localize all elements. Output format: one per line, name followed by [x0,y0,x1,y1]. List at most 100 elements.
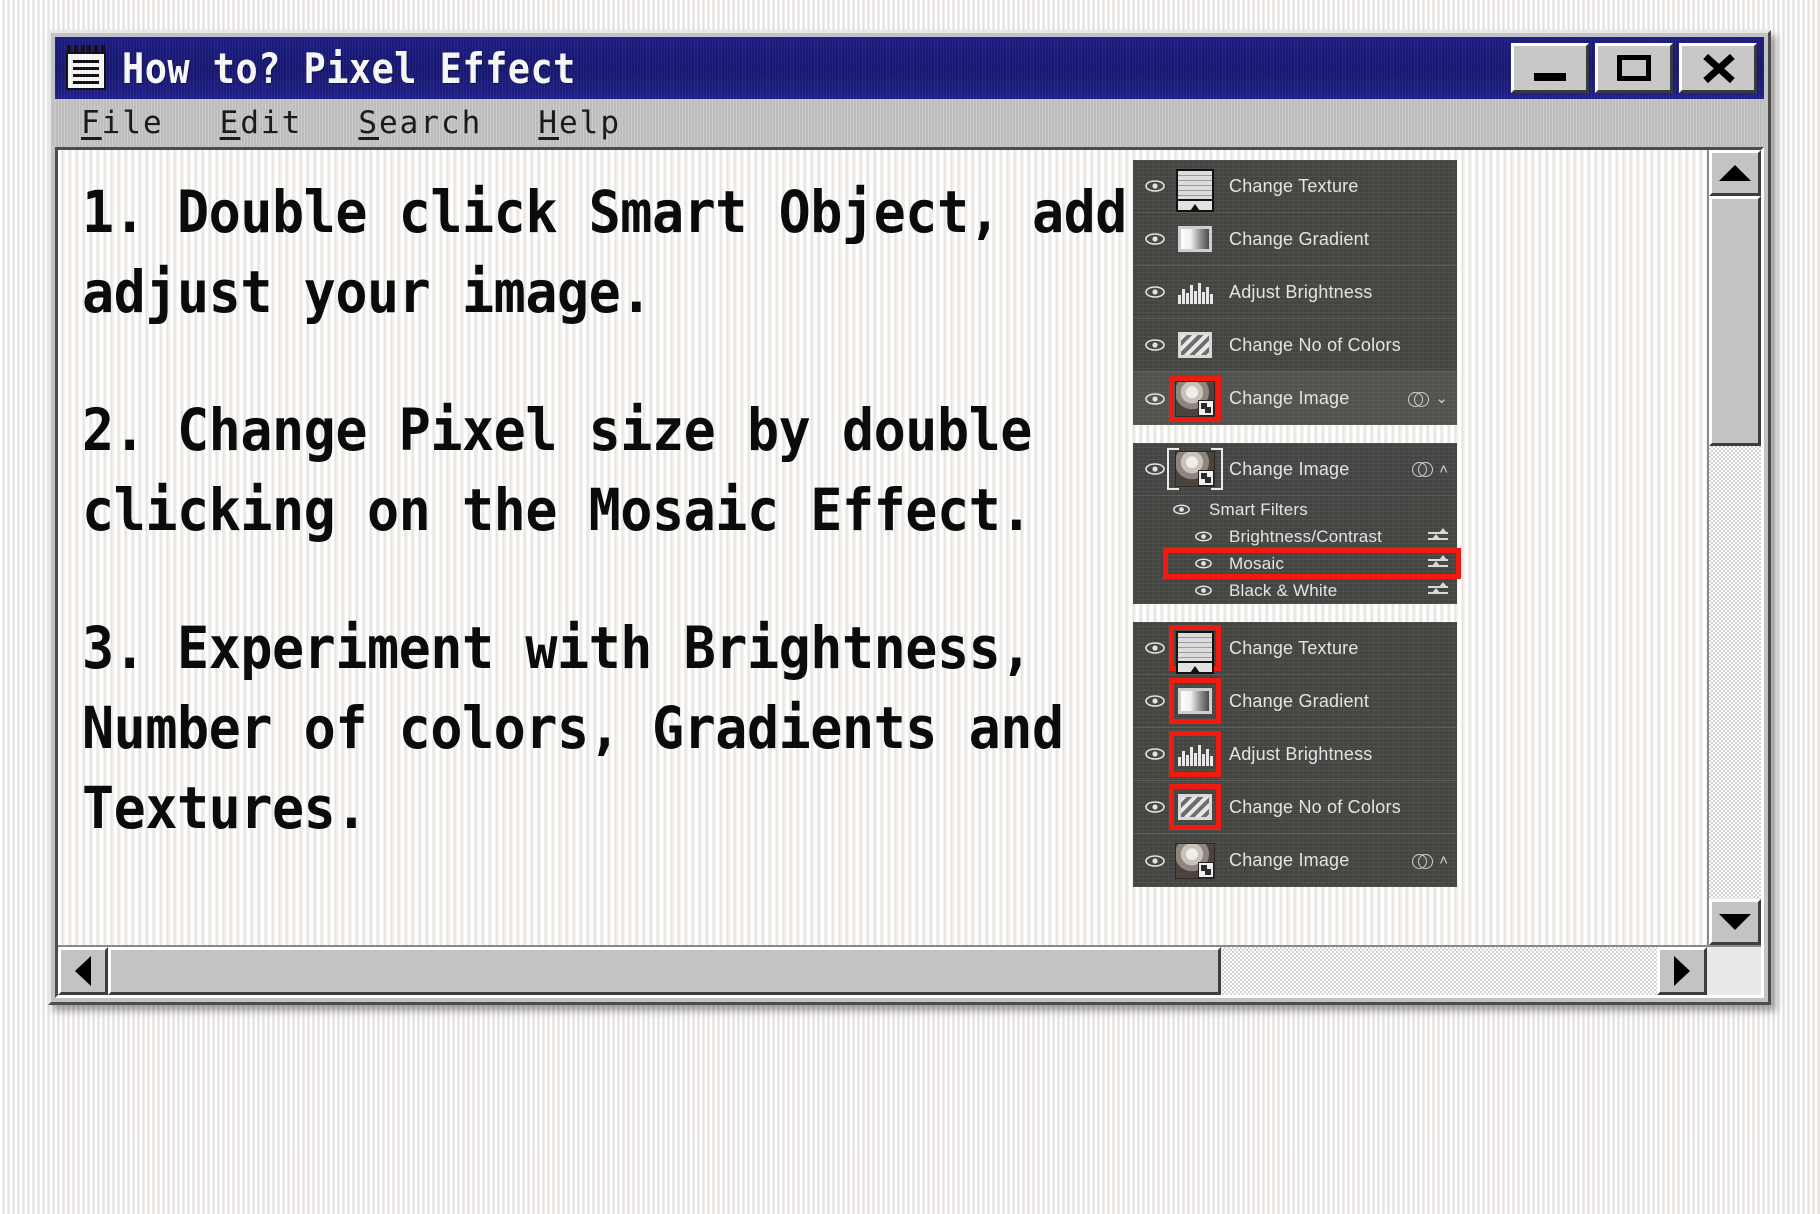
eye-icon[interactable] [1167,504,1195,515]
menu-bar: File Edit Search Help [55,99,1764,147]
layer-row[interactable]: Change Gradient [1133,675,1457,728]
maximize-icon [1617,55,1651,81]
tutorial-step-1: 1. Double click Smart Object, add and ad… [82,172,1254,332]
photo-thumbnail[interactable] [1169,375,1221,422]
layer-label: Change No of Colors [1229,334,1401,355]
layers-panel-column: Change Texture Change Gradient Adjust Br… [1133,150,1463,945]
filter-settings-icon[interactable] [1428,581,1448,599]
menu-item-file[interactable]: File [81,105,164,141]
tutorial-step-1-line-2: adjust your image. [82,258,652,326]
horizontal-scroll-thumb[interactable] [108,947,1221,995]
layer-row-filter[interactable]: Brightness/Contrast [1133,523,1457,550]
scrollbar-corner [1707,947,1761,995]
texture-thumbnail[interactable] [1173,167,1217,212]
menu-item-edit-accel: E [219,105,241,141]
eye-icon[interactable] [1189,531,1217,542]
document-surface[interactable]: 1. Double click Smart Object, add and ad… [58,150,1707,945]
menu-item-help[interactable]: Help [538,105,621,141]
layer-row[interactable]: Adjust Brightness [1133,728,1457,781]
client-area: 1. Double click Smart Object, add and ad… [55,147,1764,998]
scroll-right-button[interactable] [1657,947,1707,995]
scroll-up-button[interactable] [1709,150,1761,196]
vertical-scroll-track[interactable] [1709,196,1761,899]
layer-row-controls: ⌄ [1408,391,1457,407]
menu-item-search-rest: earch [379,105,483,141]
layer-row-filter-mosaic[interactable]: Mosaic [1133,548,1461,579]
photo-thumbnail[interactable] [1167,448,1223,490]
arrow-left-icon [75,956,91,986]
posterize-thumbnail[interactable] [1169,784,1221,830]
eye-icon[interactable] [1141,854,1169,867]
smart-object-icon[interactable] [1412,853,1434,869]
eye-icon[interactable] [1141,801,1169,813]
eye-icon[interactable] [1141,695,1169,707]
minimize-icon [1534,73,1566,81]
window-controls [1511,43,1757,93]
menu-item-edit-rest: dit [240,105,303,141]
tutorial-step-3: 3. Experiment with Brightness, Number of… [82,608,1133,848]
layer-row[interactable]: Change Texture [1133,160,1457,213]
levels-thumbnail[interactable] [1169,731,1221,777]
scroll-down-button[interactable] [1709,899,1761,945]
layers-panel-bottom: Change Texture Change Gradient Adjust Br… [1133,622,1457,887]
tutorial-step-2-line-2: clicking on the Mosaic Effect. [82,476,1032,544]
close-button[interactable] [1679,43,1757,93]
gradient-thumbnail[interactable] [1169,678,1221,724]
horizontal-scroll-track[interactable] [108,947,1657,995]
texture-thumbnail[interactable] [1169,625,1221,674]
menu-item-edit[interactable]: Edit [220,105,303,141]
chevron-up-icon[interactable]: ˄ [1439,462,1448,477]
layer-row[interactable]: Change Texture [1133,622,1457,675]
posterize-thumbnail[interactable] [1173,326,1217,364]
layer-row[interactable]: Change No of Colors [1133,781,1457,834]
smart-object-icon[interactable] [1408,391,1430,407]
minimize-button[interactable] [1511,43,1589,93]
vertical-scrollbar[interactable] [1707,150,1761,945]
layer-label: Adjust Brightness [1229,281,1373,302]
photo-thumbnail[interactable] [1173,842,1217,880]
eye-icon[interactable] [1141,180,1169,192]
layer-label: Change Image [1229,458,1350,479]
scroll-left-button[interactable] [58,947,108,995]
layer-label: Change Image [1229,388,1350,408]
gradient-thumbnail[interactable] [1173,220,1217,258]
layer-row[interactable]: Change Gradient [1133,213,1457,266]
layer-row[interactable]: Change Image ⌄ [1133,372,1457,425]
layer-row[interactable]: Adjust Brightness [1133,266,1457,319]
eye-icon[interactable] [1141,339,1169,351]
layer-row[interactable]: Change Image ˄ [1133,834,1457,887]
horizontal-scrollbar[interactable] [58,945,1761,995]
filter-settings-icon[interactable] [1428,527,1448,545]
tutorial-step-2-line-1: 2. Change Pixel size by double [82,396,1032,464]
smart-object-icon[interactable] [1412,461,1434,477]
layer-label: Change Gradient [1229,228,1370,249]
chevron-down-icon[interactable]: ⌄ [1435,391,1448,406]
vertical-scroll-thumb[interactable] [1709,196,1761,446]
arrow-right-icon [1674,956,1690,986]
layer-row-filter[interactable]: Black & White [1133,577,1457,604]
menu-item-search[interactable]: Search [358,105,482,141]
filter-controls [1428,581,1457,599]
eye-icon[interactable] [1141,463,1169,475]
eye-icon[interactable] [1141,233,1169,245]
eye-icon[interactable] [1189,585,1217,596]
layers-panel-middle: Change Image ˄ Smart Filters Brightness/… [1133,443,1461,604]
close-icon [1701,52,1735,84]
maximize-button[interactable] [1595,43,1673,93]
eye-icon[interactable] [1189,558,1217,569]
eye-icon[interactable] [1141,286,1169,298]
tutorial-step-3-line-1: 3. Experiment with Brightness, [82,614,1032,682]
chevron-up-icon[interactable]: ˄ [1439,853,1448,868]
filter-settings-icon[interactable] [1428,554,1448,572]
levels-thumbnail[interactable] [1173,273,1217,311]
eye-icon[interactable] [1141,392,1169,405]
layer-row[interactable]: Change No of Colors [1133,319,1457,372]
eye-icon[interactable] [1141,642,1169,654]
eye-icon[interactable] [1141,748,1169,760]
layer-row[interactable]: Change Image ˄ [1133,443,1457,496]
layers-panel-top: Change Texture Change Gradient Adjust Br… [1133,160,1457,425]
layer-row-smart-filters[interactable]: Smart Filters [1133,496,1457,523]
title-bar[interactable]: How to? Pixel Effect [55,37,1764,99]
layer-label: Adjust Brightness [1229,743,1373,764]
layer-row-controls: ˄ [1412,461,1457,477]
